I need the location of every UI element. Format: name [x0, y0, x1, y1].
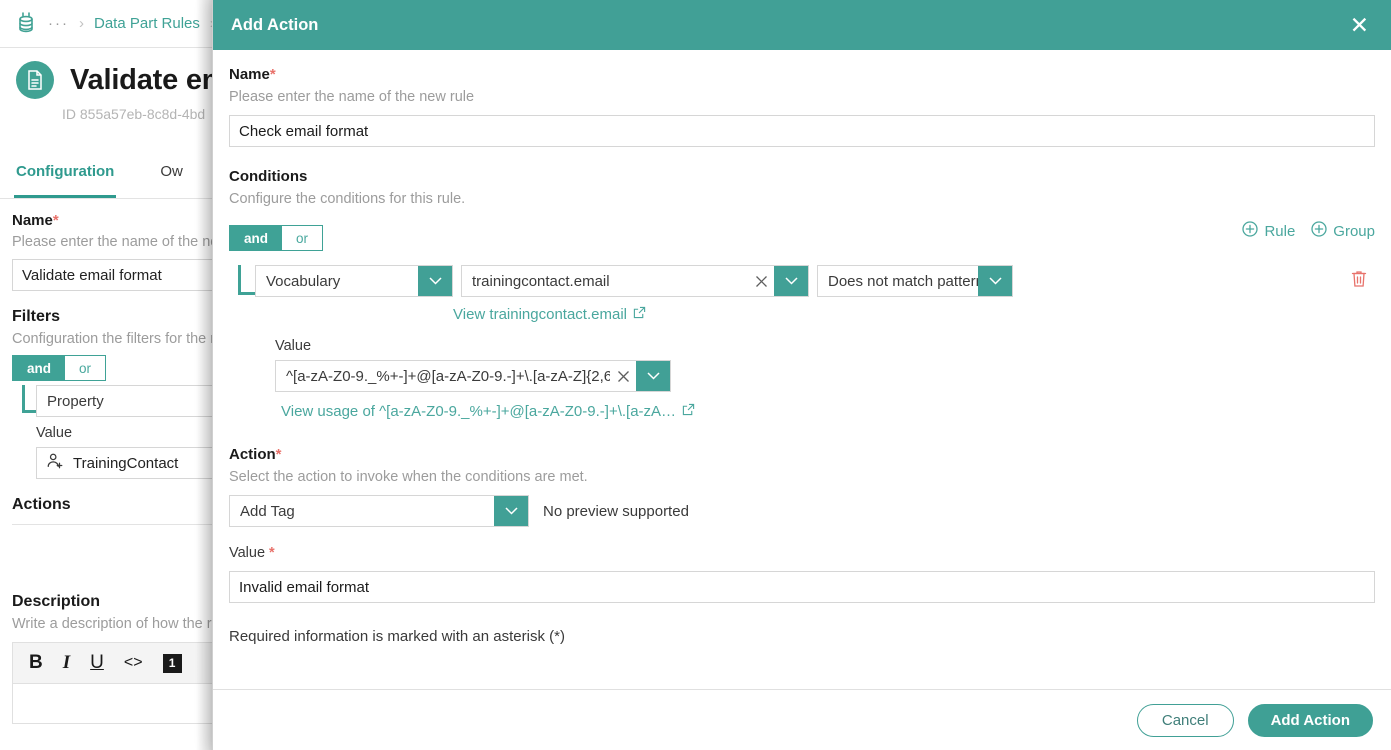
chevron-down-icon[interactable] [418, 266, 452, 296]
close-icon[interactable]: ✕ [1346, 12, 1373, 39]
name-input[interactable]: Check email format [229, 115, 1375, 147]
dialog-footer: Cancel Add Action [213, 689, 1391, 750]
condition-value-label: Value [275, 338, 312, 354]
clear-value-icon[interactable] [610, 370, 636, 383]
action-preview-text: No preview supported [543, 502, 689, 520]
name-help: Please enter the name of the new rule [229, 89, 475, 105]
action-value-label: Value * [229, 545, 275, 561]
action-select[interactable]: Add Tag [229, 495, 529, 527]
condition-value-block: Value ^[a-zA-Z0-9._%+-]+@[a-zA-Z0-9.-]+\… [255, 338, 1375, 421]
bg-or-option[interactable]: or [65, 356, 106, 380]
action-value-input[interactable]: Invalid email format [229, 571, 1375, 603]
external-link-icon [633, 306, 646, 323]
underline-icon[interactable]: U [90, 652, 104, 674]
condition-and-option[interactable]: and [230, 226, 283, 250]
condition-value-input[interactable]: ^[a-zA-Z0-9._%+-]+@[a-zA-Z0-9.-]+\.[a-zA… [275, 360, 671, 392]
condition-elbow [238, 265, 255, 295]
add-group-button[interactable]: Group [1311, 221, 1375, 241]
condition-source-select[interactable]: Vocabulary [255, 265, 453, 297]
delete-condition-button[interactable] [1351, 270, 1375, 293]
bg-filter-elbow [22, 385, 36, 413]
action-help: Select the action to invoke when the con… [229, 469, 588, 485]
conditions-label: Conditions [229, 168, 308, 185]
action-label: Action* [229, 446, 282, 463]
breadcrumb-separator: › [79, 15, 84, 32]
add-action-button[interactable]: Add Action [1247, 703, 1373, 737]
italic-icon[interactable]: I [63, 652, 70, 674]
ordered-list-icon[interactable]: 1 [162, 653, 182, 673]
database-icon [14, 11, 38, 37]
tab-owners[interactable]: Ow [160, 146, 183, 198]
modal-scrim [196, 0, 212, 750]
bold-icon[interactable]: B [29, 652, 43, 674]
conditions-toolbar: and or Rule Group [229, 217, 1375, 251]
add-person-icon [46, 452, 64, 474]
action-value-required-mark: * [269, 545, 275, 561]
tab-configuration[interactable]: Configuration [13, 146, 117, 198]
view-usage-wrap: View usage of ^[a-zA-Z0-9._%+-]+@[a-zA-Z… [275, 403, 1375, 421]
name-required-mark: * [269, 66, 276, 83]
required-note: Required information is marked with an a… [229, 628, 565, 645]
breadcrumb-link-data-part-rules[interactable]: Data Part Rules [94, 15, 200, 32]
view-field-link-wrap: View trainingcontact.email [453, 306, 1375, 324]
action-select-row: Add Tag No preview supported [229, 495, 1375, 527]
dialog-title: Add Action [231, 15, 319, 34]
clear-icon[interactable] [748, 275, 774, 288]
add-action-dialog: Add Action ✕ Name* Please enter the name… [212, 0, 1391, 750]
external-link-icon-2 [682, 403, 695, 420]
bg-andor-toggle[interactable]: and or [12, 355, 107, 381]
add-rule-button[interactable]: Rule [1242, 221, 1295, 241]
chevron-down-icon-5[interactable] [494, 496, 528, 526]
action-required-mark: * [275, 446, 282, 463]
name-label: Name* [229, 66, 276, 83]
bg-name-required: * [52, 212, 59, 229]
chevron-down-icon-2[interactable] [774, 266, 808, 296]
conditions-andor-toggle[interactable]: and or [229, 225, 324, 251]
condition-field-input[interactable]: trainingcontact.email [461, 265, 809, 297]
chevron-down-icon-3[interactable] [978, 266, 1012, 296]
document-icon [16, 61, 54, 99]
cancel-button[interactable]: Cancel [1136, 703, 1234, 737]
dialog-header: Add Action ✕ [213, 0, 1391, 50]
app-root: ··· › Data Part Rules › Validate emai ID… [0, 0, 1391, 750]
breadcrumb-ellipsis[interactable]: ··· [48, 16, 69, 31]
condition-row: Vocabulary trainingcontact.email Does no… [229, 265, 1375, 421]
condition-or-option[interactable]: or [282, 226, 323, 250]
condition-operator-select[interactable]: Does not match pattern [817, 265, 1013, 297]
plus-circle-icon-2 [1311, 221, 1327, 241]
code-icon[interactable]: <> [124, 654, 143, 672]
plus-circle-icon [1242, 221, 1259, 241]
dialog-body: Name* Please enter the name of the new r… [213, 50, 1391, 689]
bg-and-option[interactable]: and [13, 356, 66, 380]
conditions-help: Configure the conditions for this rule. [229, 191, 466, 207]
add-condition-links: Rule Group [1242, 217, 1375, 241]
chevron-down-icon-4[interactable] [636, 361, 670, 391]
view-field-link[interactable]: View trainingcontact.email [453, 306, 646, 323]
view-usage-link[interactable]: View usage of ^[a-zA-Z0-9._%+-]+@[a-zA-Z… [281, 403, 695, 420]
